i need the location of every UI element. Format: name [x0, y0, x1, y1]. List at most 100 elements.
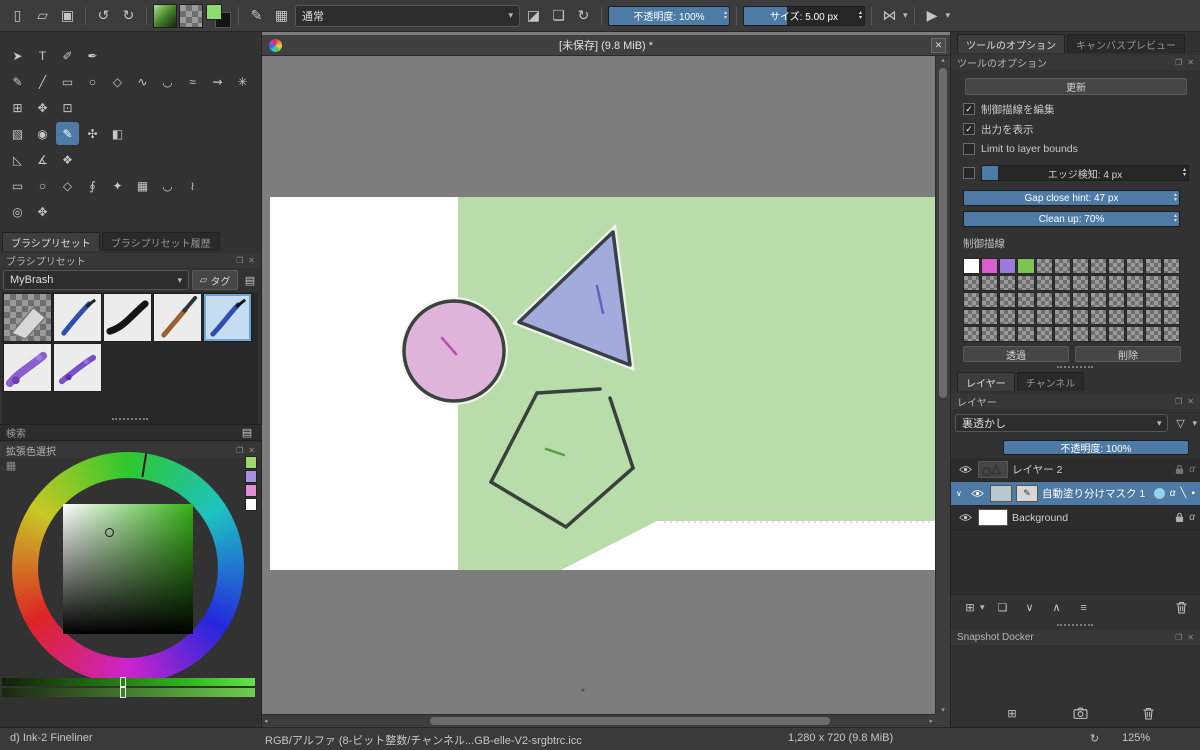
- reset-values-button[interactable]: ↻: [572, 4, 595, 27]
- recent-color-swatch[interactable]: [245, 498, 257, 511]
- alpha-lock-icon[interactable]: α: [1189, 464, 1195, 475]
- key-color-empty-cell[interactable]: [1090, 309, 1108, 325]
- key-color-empty-cell[interactable]: [1126, 326, 1144, 342]
- key-color-empty-cell[interactable]: [1017, 275, 1035, 291]
- expand-chevron-icon[interactable]: ∨: [956, 489, 964, 498]
- tool-gradient[interactable]: ▧: [6, 122, 29, 145]
- checkbox-edit-keystrokes[interactable]: ✓ 制御描線を編集: [963, 102, 1055, 116]
- key-color-empty-cell[interactable]: [1053, 258, 1071, 274]
- tab-brush-presets[interactable]: ブラシプリセット: [2, 232, 100, 251]
- lock-icon[interactable]: [1175, 512, 1184, 523]
- scroll-down-icon[interactable]: ▾: [941, 706, 945, 714]
- tool-color-sampler[interactable]: ◉: [31, 122, 54, 145]
- tool-reference-images[interactable]: ❖: [56, 148, 79, 171]
- redo-button[interactable]: ↻: [117, 4, 140, 27]
- search-options-icon[interactable]: ▤: [238, 424, 256, 442]
- key-color-empty-cell[interactable]: [1126, 309, 1144, 325]
- key-color-empty-cell[interactable]: [963, 326, 981, 342]
- recent-color-swatch[interactable]: [245, 470, 257, 483]
- tool-rectangle[interactable]: ▭: [56, 70, 79, 93]
- add-layer-button[interactable]: ⊞: [961, 599, 979, 617]
- key-color-empty-cell[interactable]: [1162, 258, 1180, 274]
- float-docker-icon[interactable]: ❐: [236, 446, 243, 455]
- float-docker-icon[interactable]: ❐: [1175, 397, 1182, 406]
- close-document-button[interactable]: ✕: [931, 38, 946, 53]
- tool-fill[interactable]: ◧: [106, 122, 129, 145]
- tool-freehand-brush[interactable]: ✎: [6, 70, 29, 93]
- tool-move[interactable]: ✥: [31, 96, 54, 119]
- key-color-empty-cell[interactable]: [963, 309, 981, 325]
- layer-blend-mode-select[interactable]: 裏透かし ▾: [955, 414, 1169, 432]
- key-color-empty-cell[interactable]: [1144, 275, 1162, 291]
- tool-magnetic-select[interactable]: ≀: [181, 174, 204, 197]
- switch-snapshot-button[interactable]: [1071, 704, 1089, 722]
- key-color-empty-cell[interactable]: [1108, 309, 1126, 325]
- key-color-empty-cell[interactable]: [1071, 326, 1090, 342]
- key-color-empty-cell[interactable]: [1126, 292, 1144, 308]
- float-docker-icon[interactable]: ❐: [1175, 58, 1182, 67]
- key-color-empty-cell[interactable]: [1035, 309, 1053, 325]
- tool-similar-color-select[interactable]: ▦: [131, 174, 154, 197]
- undo-button[interactable]: ↺: [92, 4, 115, 27]
- tool-measure[interactable]: ∡: [31, 148, 54, 171]
- brush-preset-ink-pen[interactable]: [53, 293, 102, 342]
- key-color-empty-cell[interactable]: [1035, 258, 1053, 274]
- key-color-empty-cell[interactable]: [963, 292, 981, 308]
- horizontal-scrollbar-thumb[interactable]: [430, 717, 830, 725]
- key-color-swatch[interactable]: [963, 258, 981, 274]
- lock-icon[interactable]: [1175, 464, 1184, 475]
- key-color-empty-cell[interactable]: [1126, 275, 1144, 291]
- tool-polygon[interactable]: ◇: [106, 70, 129, 93]
- gap-close-hint-slider[interactable]: Gap close hint: 47 px ▴ ▾: [963, 190, 1180, 206]
- vertical-scrollbar[interactable]: ▴ ▾: [935, 56, 950, 714]
- scroll-up-icon[interactable]: ▴: [941, 56, 945, 64]
- key-color-empty-cell[interactable]: [1071, 275, 1090, 291]
- shade-strip-1[interactable]: [2, 677, 255, 687]
- key-color-empty-cell[interactable]: [981, 292, 999, 308]
- spinner[interactable]: ▴ ▾: [1174, 191, 1177, 205]
- visibility-eye-icon[interactable]: [956, 463, 974, 476]
- key-color-empty-cell[interactable]: [1108, 275, 1126, 291]
- new-document-button[interactable]: ▯: [6, 4, 29, 27]
- key-color-empty-cell[interactable]: [1017, 309, 1035, 325]
- key-color-empty-cell[interactable]: [981, 275, 999, 291]
- key-color-empty-cell[interactable]: [1162, 275, 1180, 291]
- move-layer-down-button[interactable]: ∨: [1021, 599, 1039, 617]
- tool-polygon-select[interactable]: ◇: [56, 174, 79, 197]
- close-docker-icon[interactable]: ✕: [1187, 633, 1194, 642]
- key-color-empty-cell[interactable]: [1108, 258, 1126, 274]
- tool-dynamic-brush[interactable]: ⇝: [206, 70, 229, 93]
- key-color-empty-cell[interactable]: [1126, 258, 1144, 274]
- key-color-empty-cell[interactable]: [1090, 258, 1108, 274]
- size-slider[interactable]: サイズ: 5.00 px ▴ ▾: [743, 5, 865, 26]
- brush-preset-splatter-2[interactable]: [53, 343, 102, 392]
- key-color-empty-cell[interactable]: [1053, 309, 1071, 325]
- opacity-spinner[interactable]: ▴ ▾: [724, 7, 727, 25]
- splitter-handle[interactable]: [1057, 366, 1093, 368]
- key-color-empty-cell[interactable]: [1144, 326, 1162, 342]
- move-layer-up-button[interactable]: ∧: [1048, 599, 1066, 617]
- status-zoom[interactable]: 125%: [1122, 732, 1150, 744]
- brush-preset-fountain-pen[interactable]: [153, 293, 202, 342]
- layer-row-layer2[interactable]: レイヤー 2 α: [951, 458, 1200, 482]
- key-color-empty-cell[interactable]: [1162, 309, 1180, 325]
- float-docker-icon[interactable]: ❐: [1175, 633, 1182, 642]
- key-color-empty-cell[interactable]: [981, 309, 999, 325]
- color-selector-settings-icon[interactable]: ▦: [2, 456, 20, 474]
- tool-bezier-select[interactable]: ◡: [156, 174, 179, 197]
- tool-crop[interactable]: ⊡: [56, 96, 79, 119]
- tool-bezier-curve[interactable]: ◡: [156, 70, 179, 93]
- remove-button[interactable]: 削除: [1075, 346, 1181, 362]
- splitter-handle[interactable]: [112, 418, 148, 420]
- key-color-empty-cell[interactable]: [1162, 292, 1180, 308]
- create-snapshot-button[interactable]: ⊞: [1003, 704, 1021, 722]
- blending-mode-select[interactable]: 通常 ▾: [295, 4, 520, 27]
- key-color-empty-cell[interactable]: [1090, 292, 1108, 308]
- key-color-empty-cell[interactable]: [1017, 292, 1035, 308]
- visibility-eye-icon[interactable]: [956, 511, 974, 524]
- close-docker-icon[interactable]: ✕: [248, 256, 255, 265]
- scroll-left-icon[interactable]: ◂: [264, 717, 268, 725]
- tool-freehand-select[interactable]: ∮: [81, 174, 104, 197]
- close-docker-icon[interactable]: ✕: [1187, 397, 1194, 406]
- opacity-slider[interactable]: 不透明度: 100% ▴ ▾: [608, 5, 730, 26]
